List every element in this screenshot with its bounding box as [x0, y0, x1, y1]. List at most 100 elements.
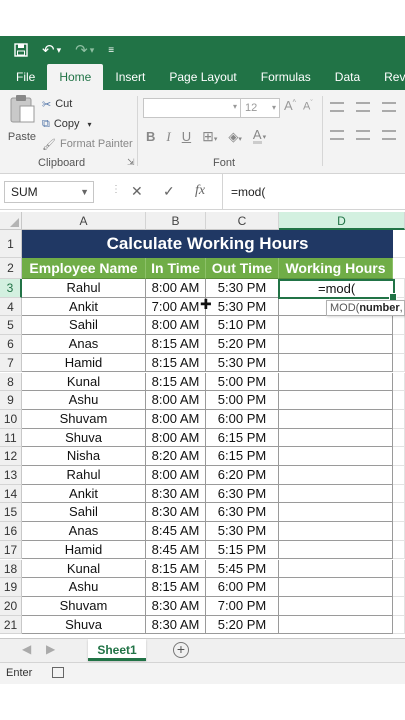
employee-name-cell[interactable]: Shuva — [22, 615, 146, 635]
empty-cell[interactable] — [393, 372, 405, 392]
column-header-a[interactable]: A — [22, 212, 146, 230]
enter-button[interactable]: ✓ — [163, 183, 175, 200]
italic-button[interactable]: I — [166, 129, 170, 145]
out-time-cell[interactable]: 5:10 PM — [206, 316, 279, 336]
out-time-cell[interactable]: 6:00 PM — [206, 409, 279, 429]
empty-cell[interactable] — [393, 559, 405, 579]
bold-button[interactable]: B — [146, 129, 155, 144]
in-time-cell[interactable]: 8:20 AM — [146, 447, 206, 466]
in-time-cell[interactable]: 8:00 AM — [146, 409, 206, 429]
empty-cell[interactable] — [393, 447, 405, 466]
out-time-cell[interactable]: 5:15 PM — [206, 540, 279, 560]
in-time-cell[interactable]: 8:15 AM — [146, 353, 206, 373]
in-time-cell[interactable]: 8:30 AM — [146, 596, 206, 616]
empty-cell[interactable] — [393, 316, 405, 336]
customize-toolbar-icon[interactable]: ≡ — [108, 45, 114, 56]
in-time-cell[interactable]: 8:15 AM — [146, 372, 206, 392]
tab-data[interactable]: Data — [323, 64, 372, 90]
out-time-cell[interactable]: 5:30 PM — [206, 279, 279, 298]
out-time-cell[interactable]: 6:00 PM — [206, 578, 279, 597]
out-time-cell[interactable]: 6:15 PM — [206, 428, 279, 448]
row-header[interactable]: 10 — [0, 409, 22, 429]
copy-button[interactable]: ⧉ Copy ▾ — [42, 114, 133, 134]
working-hours-cell[interactable] — [279, 578, 393, 597]
font-name-box[interactable]: ▾ — [143, 98, 241, 118]
row-header[interactable]: 16 — [0, 522, 22, 541]
out-time-cell[interactable]: 7:00 PM — [206, 596, 279, 616]
out-time-cell[interactable]: 5:30 PM — [206, 522, 279, 541]
working-hours-cell[interactable] — [279, 540, 393, 560]
empty-cell[interactable] — [393, 258, 405, 279]
working-hours-cell[interactable] — [279, 316, 393, 336]
in-time-cell[interactable]: 8:30 AM — [146, 484, 206, 504]
save-icon[interactable] — [14, 43, 28, 57]
in-time-cell[interactable]: 8:30 AM — [146, 615, 206, 635]
empty-cell[interactable] — [393, 335, 405, 354]
in-time-cell[interactable]: 8:00 AM — [146, 466, 206, 485]
employee-name-cell[interactable]: Kunal — [22, 559, 146, 579]
row-header[interactable]: 18 — [0, 559, 22, 579]
out-time-cell[interactable]: 6:30 PM — [206, 484, 279, 504]
row-header[interactable]: 8 — [0, 372, 22, 392]
in-time-cell[interactable]: 8:00 AM — [146, 391, 206, 410]
tab-file[interactable]: File — [0, 64, 47, 90]
working-hours-cell[interactable] — [279, 522, 393, 541]
in-time-cell[interactable]: 8:00 AM — [146, 316, 206, 336]
in-time-cell[interactable]: 8:00 AM — [146, 279, 206, 298]
header-working-hours[interactable]: Working Hours — [279, 258, 393, 279]
empty-cell[interactable] — [393, 540, 405, 560]
borders-icon[interactable]: ⊞▾ — [202, 128, 217, 145]
out-time-cell[interactable]: 5:45 PM — [206, 559, 279, 579]
out-time-cell[interactable]: 5:30 PM — [206, 297, 279, 317]
row-header[interactable]: 6 — [0, 335, 22, 354]
tab-review[interactable]: Review — [372, 64, 405, 90]
add-sheet-button[interactable]: + — [173, 642, 189, 658]
empty-cell[interactable] — [393, 466, 405, 485]
shrink-font-icon[interactable]: Aˇ — [303, 100, 313, 113]
employee-name-cell[interactable]: Anas — [22, 522, 146, 541]
employee-name-cell[interactable]: Sahil — [22, 316, 146, 336]
name-box[interactable]: SUM ▼ — [4, 181, 94, 203]
format-painter-button[interactable]: 🖌 Format Painter — [42, 134, 133, 154]
row-header[interactable]: 11 — [0, 428, 22, 448]
out-time-cell[interactable]: 5:00 PM — [206, 391, 279, 410]
working-hours-cell[interactable] — [279, 353, 393, 373]
dialog-launcher-icon[interactable]: ⇲ — [127, 157, 135, 168]
working-hours-cell[interactable] — [279, 615, 393, 635]
align-left-icon[interactable] — [330, 130, 344, 140]
out-time-cell[interactable]: 5:30 PM — [206, 353, 279, 373]
working-hours-cell[interactable] — [279, 596, 393, 616]
out-time-cell[interactable]: 6:15 PM — [206, 447, 279, 466]
align-middle-icon[interactable] — [356, 102, 370, 112]
empty-cell[interactable] — [393, 409, 405, 429]
column-header-b[interactable]: B — [146, 212, 206, 230]
in-time-cell[interactable]: 8:30 AM — [146, 503, 206, 523]
grow-font-icon[interactable]: A^ — [284, 98, 296, 113]
employee-name-cell[interactable]: Rahul — [22, 466, 146, 485]
in-time-cell[interactable]: 8:00 AM — [146, 428, 206, 448]
empty-cell[interactable] — [393, 353, 405, 373]
tab-formulas[interactable]: Formulas — [249, 64, 323, 90]
fill-color-icon[interactable]: ◈▾ — [228, 129, 242, 145]
in-time-cell[interactable]: 8:45 AM — [146, 522, 206, 541]
empty-cell[interactable] — [393, 615, 405, 635]
employee-name-cell[interactable]: Kunal — [22, 372, 146, 392]
in-time-cell[interactable]: 8:15 AM — [146, 578, 206, 597]
row-header[interactable]: 21 — [0, 615, 22, 635]
macro-record-icon[interactable] — [52, 667, 64, 678]
empty-cell[interactable] — [393, 578, 405, 597]
employee-name-cell[interactable]: Anas — [22, 335, 146, 354]
in-time-cell[interactable]: 8:15 AM — [146, 559, 206, 579]
underline-button[interactable]: U — [182, 129, 191, 144]
working-hours-cell[interactable] — [279, 335, 393, 354]
row-header[interactable]: 14 — [0, 484, 22, 504]
align-right-icon[interactable] — [382, 130, 396, 140]
align-bottom-icon[interactable] — [382, 102, 396, 112]
sheet-title[interactable]: Calculate Working Hours — [22, 230, 393, 258]
cancel-button[interactable]: ✕ — [131, 183, 143, 200]
row-header[interactable]: 1 — [0, 230, 22, 258]
out-time-cell[interactable]: 6:20 PM — [206, 466, 279, 485]
formula-input[interactable]: =mod( — [222, 174, 405, 210]
row-header[interactable]: 15 — [0, 503, 22, 523]
working-hours-cell[interactable] — [279, 372, 393, 392]
